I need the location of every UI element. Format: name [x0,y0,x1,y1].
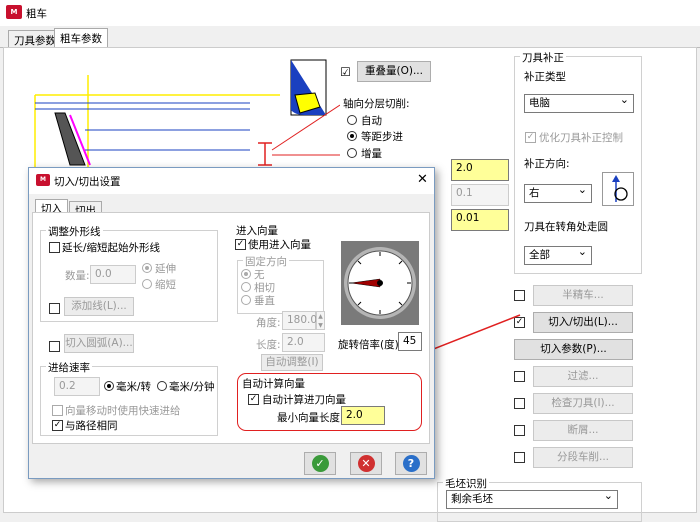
value-input-3[interactable]: 0.01 [451,209,509,231]
chip-break-button[interactable]: 断屑... [533,420,633,441]
comp-group-title: 刀具补正 [520,50,566,65]
feed-input[interactable]: 0.2 [54,377,100,396]
extend-radio[interactable] [142,263,152,273]
comp-direction-icon [602,172,634,206]
adjust-title: 调整外形线 [46,224,103,239]
segment-button[interactable]: 分段车削... [533,447,633,468]
help-button[interactable]: ? [395,452,427,475]
length-input[interactable]: 2.0 [282,333,325,352]
comp-dir-label: 补正方向: [524,158,570,170]
axial-equal-radio[interactable] [347,131,357,141]
extend-opt-label: 延伸 [155,263,176,275]
corner-label: 刀具在转角处走圆 [524,221,608,233]
check-tool-checkbox[interactable] [514,398,525,409]
value-input-1[interactable]: 2.0 [451,159,509,181]
extend-label: 延长/缩短起始外形线 [62,242,161,254]
fixed-perp-radio[interactable] [241,295,251,305]
fixed-perp-label: 垂直 [254,295,275,307]
cancel-button[interactable]: ✕ [350,452,382,475]
shorten-radio[interactable] [142,279,152,289]
auto-calc-label: 自动计算进刀向量 [262,394,346,406]
vector-dial-icon[interactable] [341,241,419,325]
comp-type-select[interactable]: 电脑 [524,92,634,113]
close-icon[interactable]: ✕ [417,172,428,187]
rotation-label: 旋转倍率(度): [338,339,403,351]
vector-title: 进入向量 [236,225,278,237]
feed-per-min-radio[interactable] [157,381,167,391]
shorten-opt-label: 缩短 [155,279,176,291]
qty-label: 数量: [65,270,90,282]
feed-title: 进给速率 [46,360,92,375]
feed-per-min-label: 毫米/分钟 [169,381,215,393]
leadinout-button[interactable]: 切入/切出(L)... [533,312,633,333]
dialog-logo-icon: M [36,174,50,186]
cancel-icon: ✕ [357,455,375,472]
axial-increment-radio[interactable] [347,148,357,158]
overlap-button[interactable]: 重叠量(O)... [357,61,431,82]
ok-button[interactable]: ✓ [304,452,336,475]
ok-icon: ✓ [311,455,329,472]
axial-auto-label: 自动 [361,115,382,127]
angle-label: 角度: [256,317,281,329]
same-path-label: 与路径相同 [65,420,118,432]
auto-calc-title: 自动计算向量 [242,378,305,390]
window-titlebar: M 粗车 [0,0,700,26]
feed-per-rev-radio[interactable] [104,381,114,391]
axial-equal-label: 等距步进 [361,131,403,143]
add-line-button[interactable]: 添加线(L)... [64,297,134,316]
feed-per-rev-label: 毫米/转 [116,381,152,393]
optimize-checkbox[interactable]: ✓ [525,132,536,143]
stock-label: 毛坯识别 [443,476,489,491]
help-icon: ? [402,455,420,472]
use-vector-label: 使用进入向量 [248,239,311,251]
filter-button[interactable]: 过滤... [533,366,633,387]
window-title: 粗车 [26,8,47,20]
qty-input[interactable]: 0.0 [90,265,136,284]
auto-calc-checkbox[interactable]: ✓ [248,394,259,405]
axial-title: 轴向分层切削: [343,98,410,110]
dialog-titlebar: M 切入/切出设置 ✕ [29,168,434,194]
dialog-title: 切入/切出设置 [54,176,121,188]
segment-checkbox[interactable] [514,452,525,463]
same-path-checkbox[interactable]: ✓ [52,420,63,431]
chip-break-checkbox[interactable] [514,425,525,436]
optimize-label: 优化刀具补正控制 [539,132,623,144]
comp-type-label: 补正类型 [524,71,566,83]
auto-adjust-button[interactable]: 自动调整(I) [261,354,323,371]
rapid-label: 向量移动时使用快速进给 [65,405,181,417]
corner-select[interactable]: 全部 [524,244,592,265]
comp-dir-select[interactable]: 右 [524,182,592,203]
arc-checkbox[interactable] [49,341,60,352]
finish-button[interactable]: 半精车... [533,285,633,306]
tab-rough-params[interactable]: 粗车参数 [54,28,108,49]
fixed-dir-title: 固定方向 [243,254,289,269]
arc-button[interactable]: 切入圆弧(A)... [64,334,134,353]
overlap-checkbox[interactable]: ☑ [340,66,351,78]
fixed-none-radio[interactable] [241,269,251,279]
min-length-label: 最小向量长度: [277,412,344,424]
add-line-checkbox[interactable] [49,303,60,314]
check-tool-button[interactable]: 检查刀具(I)... [533,393,633,414]
stock-select[interactable]: 剩余毛坯 [446,488,618,509]
use-vector-checkbox[interactable]: ✓ [235,239,246,250]
leadinout-dialog: M 切入/切出设置 ✕ 切入 切出 调整外形线 延长/缩短起始外形线 数量: 0… [28,167,435,479]
rapid-checkbox[interactable] [52,405,63,416]
tab-lead-in[interactable]: 切入 [35,199,68,215]
angle-input[interactable]: 180.0 [282,311,317,330]
extend-checkbox[interactable] [49,242,60,253]
main-tab-bar: 刀具参数 粗车参数 [0,26,700,49]
fixed-tangent-radio[interactable] [241,282,251,292]
min-length-input[interactable]: 2.0 [341,406,385,425]
app-logo-icon: M [6,5,22,19]
length-label: 长度: [256,339,281,351]
angle-spinner[interactable]: ▲ ▼ [316,311,325,330]
axial-increment-label: 增量 [361,148,382,160]
value-input-2[interactable]: 0.1 [451,184,509,206]
rotation-input[interactable]: 45 [398,332,422,351]
axial-auto-radio[interactable] [347,115,357,125]
